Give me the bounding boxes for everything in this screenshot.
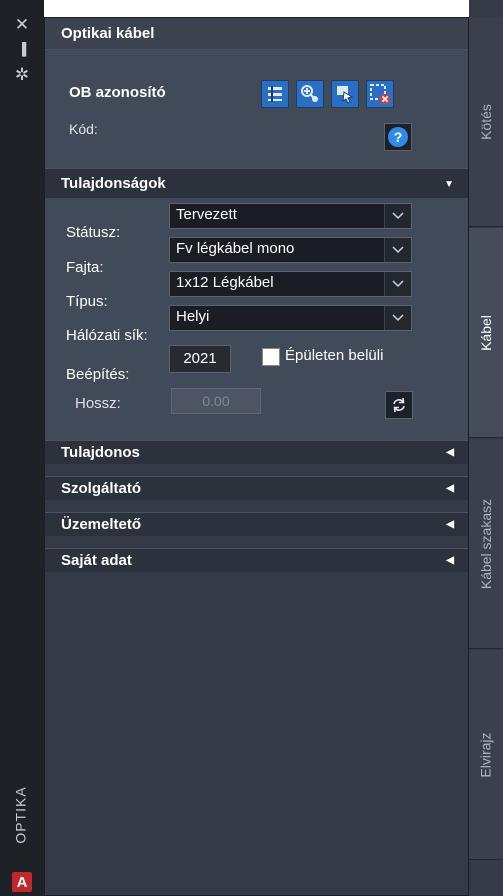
tipus-value: 1x12 Légkábel [176, 274, 274, 291]
hossz-label: Hossz: [75, 395, 121, 412]
epuleten-label: Épületen belüli [285, 347, 384, 364]
tab-kabel[interactable]: Kábel [469, 228, 503, 438]
halozati-dropdown[interactable]: Helyi [169, 305, 412, 331]
section-uzemelteto[interactable]: Üzemeltető ◀ [45, 512, 468, 536]
section-tulajdonos[interactable]: Tulajdonos ◀ [45, 440, 468, 464]
cable-list-icon [268, 86, 282, 102]
section-label: Saját adat [61, 552, 132, 569]
help-icon: ? [388, 127, 408, 147]
panel-title: Optikai kábel [45, 18, 468, 50]
palette-title: OPTIKA [13, 786, 30, 844]
hossz-input[interactable]: 0.00 [171, 388, 261, 414]
close-icon[interactable]: ✕ [0, 14, 44, 36]
collapse-arrow-icon: ▼ [444, 179, 454, 190]
main-panel: Optikai kábel OB azonosító Kód: ? Tulajd… [44, 17, 469, 896]
section-label: Tulajdonos [61, 444, 140, 461]
select-cursor-icon [337, 86, 354, 104]
add-node-button[interactable] [296, 80, 324, 108]
settings-icon[interactable]: ✲ [0, 64, 44, 86]
kod-label: Kód: [69, 121, 98, 137]
tipus-dropdown[interactable]: 1x12 Légkábel [169, 271, 412, 297]
section-sajat-adat[interactable]: Saját adat ◀ [45, 548, 468, 572]
app-logo-icon: A [12, 872, 32, 892]
tab-label: Elvirajz [478, 731, 494, 778]
tab-kotes[interactable]: Kötés [469, 17, 503, 227]
refresh-icon [393, 397, 405, 413]
chevron-down-icon [384, 238, 411, 262]
add-node-icon [301, 85, 318, 102]
beepites-year-input[interactable]: 2021 [169, 345, 231, 373]
tab-label: Kábel szakasz [478, 498, 494, 589]
statusz-dropdown[interactable]: Tervezett [169, 203, 412, 229]
fajta-dropdown[interactable]: Fv légkábel mono [169, 237, 412, 263]
halozati-label: Hálózati sík: [66, 327, 148, 344]
tab-kabel-szakasz[interactable]: Kábel szakasz [469, 439, 503, 649]
epuleten-checkbox[interactable] [262, 348, 280, 366]
chevron-down-icon [384, 272, 411, 296]
delete-selection-icon [370, 84, 390, 104]
cable-list-button[interactable] [261, 80, 289, 108]
expand-arrow-icon: ◀ [446, 555, 454, 566]
properties-header[interactable]: Tulajdonságok ▼ [45, 168, 468, 198]
ob-label: OB azonosító [69, 84, 166, 101]
pin-icon[interactable]: ▐ [0, 38, 44, 60]
chevron-down-icon [384, 306, 411, 330]
statusz-value: Tervezett [176, 206, 237, 223]
beepites-label: Beépítés: [66, 366, 130, 383]
expand-arrow-icon: ◀ [446, 447, 454, 458]
right-tab-bar: Kötés Kábel Kábel szakasz Elvirajz [469, 0, 503, 896]
tipus-label: Típus: [66, 293, 108, 310]
fajta-label: Fajta: [66, 259, 104, 276]
section-label: Szolgáltató [61, 480, 142, 497]
expand-arrow-icon: ◀ [446, 519, 454, 530]
tab-elvirajz[interactable]: Elvirajz [469, 650, 503, 860]
section-label: Üzemeltető [61, 516, 142, 533]
halozati-value: Helyi [176, 308, 210, 325]
refresh-button[interactable] [385, 391, 413, 419]
statusz-label: Státusz: [66, 224, 121, 241]
properties-title: Tulajdonságok [61, 175, 166, 192]
select-button[interactable] [331, 80, 359, 108]
tab-label: Kötés [478, 103, 494, 140]
expand-arrow-icon: ◀ [446, 483, 454, 494]
chevron-down-icon [384, 204, 411, 228]
section-szolgaltato[interactable]: Szolgáltató ◀ [45, 476, 468, 500]
delete-selection-button[interactable] [366, 80, 394, 108]
fajta-value: Fv légkábel mono [176, 240, 295, 257]
left-toolbar: ✕ ▐ ✲ OPTIKA A [0, 0, 44, 896]
identifier-block: OB azonosító Kód: ? [45, 50, 468, 168]
tab-label: Kábel [478, 314, 494, 351]
help-button[interactable]: ? [384, 123, 412, 151]
